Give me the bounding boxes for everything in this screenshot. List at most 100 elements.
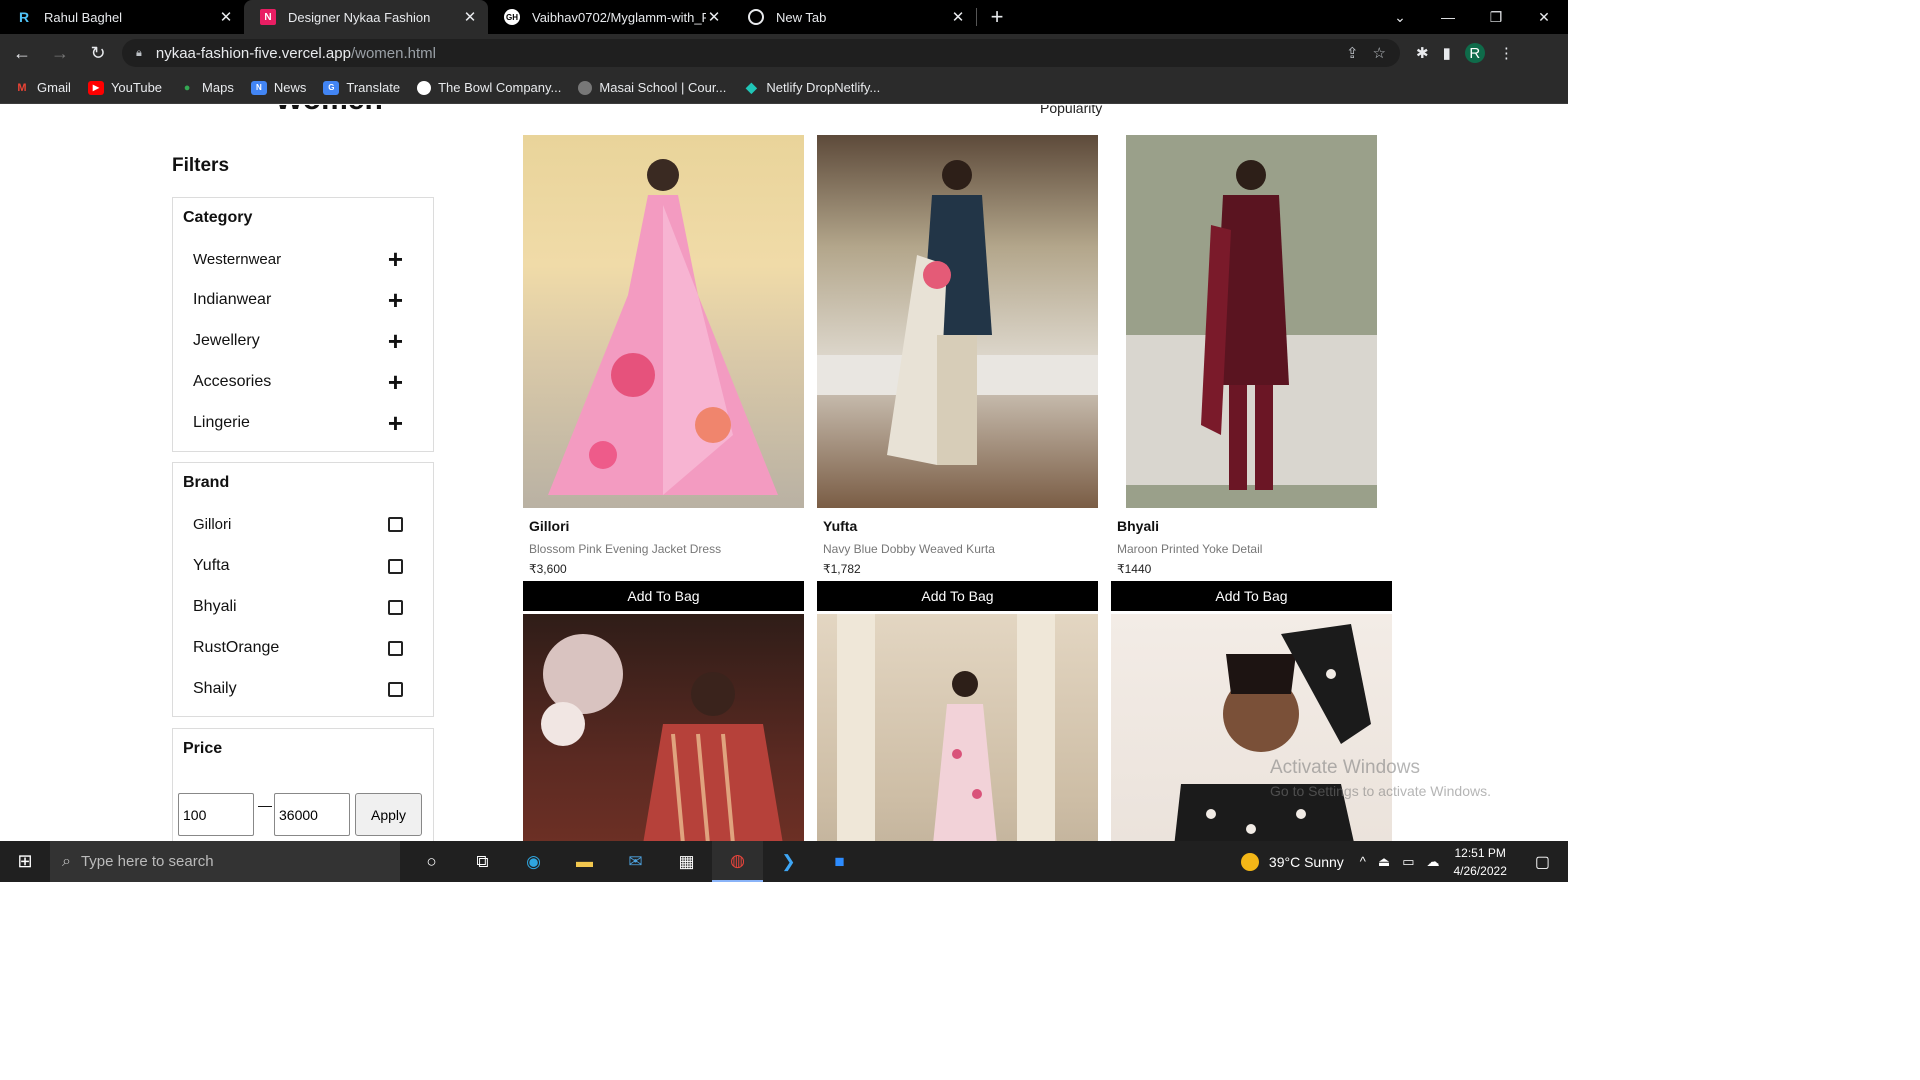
brand-item[interactable]: Shaily (193, 680, 403, 698)
close-icon[interactable]: ✕ (950, 8, 966, 26)
chevron-up-icon[interactable]: ^ (1360, 854, 1366, 869)
chrome-icon[interactable]: ◍ (712, 841, 763, 882)
brand-title: Brand (183, 474, 230, 491)
add-to-bag-button[interactable]: Add To Bag (523, 581, 804, 611)
profile-avatar[interactable]: R (1464, 43, 1485, 63)
category-item[interactable]: Accesories + (193, 369, 403, 395)
product-card[interactable]: Bhyali Maroon Printed Yoke Detail ₹1440 … (1111, 135, 1392, 611)
task-view-icon[interactable]: ⧉ (457, 841, 508, 882)
extensions-puzzle-icon[interactable]: ✱ (1416, 44, 1429, 62)
category-item[interactable]: Indianwear + (193, 287, 403, 313)
product-description: Navy Blue Dobby Weaved Kurta (823, 542, 995, 556)
product-image[interactable] (523, 614, 804, 841)
tab-rahul-baghel[interactable]: R Rahul Baghel ✕ (0, 0, 244, 34)
edge-icon[interactable]: ◉ (508, 841, 559, 882)
brand-item[interactable]: Bhyali (193, 598, 403, 616)
tab-search-icon[interactable]: ⌄ (1376, 9, 1424, 26)
brand-checkbox[interactable] (388, 517, 403, 532)
bookmark-gmail[interactable]: M Gmail (14, 80, 71, 95)
store-icon[interactable]: ▦ (661, 841, 712, 882)
bookmark-translate[interactable]: G Translate (323, 80, 400, 95)
add-to-bag-button[interactable]: Add To Bag (1111, 581, 1392, 611)
expand-plus-icon[interactable]: + (388, 246, 403, 272)
bookmark-label: Gmail (37, 80, 71, 95)
forward-arrow-icon[interactable]: → (44, 37, 76, 69)
product-card[interactable] (523, 614, 804, 841)
restore-icon[interactable]: ❐ (1472, 9, 1520, 26)
github-icon: GH (504, 9, 520, 25)
product-image[interactable] (817, 135, 1098, 508)
file-explorer-icon[interactable]: ▬ (559, 841, 610, 882)
product-brand: Bhyali (1117, 518, 1160, 534)
product-card[interactable] (817, 614, 1098, 841)
system-clock[interactable]: 12:51 PM 4/26/2022 (1453, 844, 1506, 880)
weather-text[interactable]: 39°C Sunny (1269, 854, 1344, 870)
product-image[interactable] (1111, 614, 1392, 841)
tab-designer-nykaa-fashion[interactable]: N Designer Nykaa Fashion ✕ (244, 0, 488, 34)
category-item[interactable]: Lingerie + (193, 410, 403, 436)
battery-icon[interactable]: ▭ (1402, 854, 1414, 870)
reload-icon[interactable]: ↻ (82, 37, 114, 69)
bookmark-masai-school[interactable]: Masai School | Cour... (578, 80, 726, 95)
product-image[interactable] (1111, 135, 1392, 508)
network-icon[interactable]: ☁ (1426, 854, 1439, 870)
close-icon[interactable]: ✕ (462, 8, 478, 26)
close-icon[interactable]: ✕ (218, 8, 234, 26)
brand-checkbox[interactable] (388, 558, 403, 574)
product-card[interactable]: Gillori Blossom Pink Evening Jacket Dres… (523, 135, 804, 611)
share-icon[interactable]: ⇪ (1346, 44, 1359, 62)
window-close-icon[interactable]: ✕ (1520, 9, 1568, 26)
product-card[interactable]: Yufta Navy Blue Dobby Weaved Kurta ₹1,78… (817, 135, 1098, 611)
vscode-icon[interactable]: ❯ (763, 841, 814, 882)
product-image[interactable] (817, 614, 1098, 841)
notification-icon[interactable]: ▢ (1535, 852, 1550, 872)
windows-start-icon[interactable]: ⊞ (0, 841, 50, 882)
brand-item[interactable]: Gillori (193, 516, 403, 533)
taskbar-search[interactable]: ⌕ Type here to search (50, 841, 400, 882)
zoom-icon[interactable]: ■ (814, 841, 865, 882)
bookmark-maps[interactable]: ● Maps (179, 80, 234, 95)
side-panel-icon[interactable]: ▮ (1443, 44, 1451, 62)
address-bar[interactable]: 🔒︎ nykaa-fashion-five.vercel.app/women.h… (122, 39, 1400, 67)
sort-select[interactable]: Popularity (1040, 105, 1102, 116)
tab-github-repo[interactable]: GH Vaibhav0702/Myglamm-with_Fro ✕ (488, 0, 732, 34)
category-item[interactable]: Jewellery + (193, 328, 403, 354)
category-label: Westernwear (193, 250, 282, 268)
brand-item[interactable]: RustOrange (193, 639, 403, 657)
brand-checkbox[interactable] (388, 599, 403, 615)
close-icon[interactable]: ✕ (706, 8, 722, 26)
cortana-icon[interactable]: ○ (406, 841, 457, 882)
product-brand: Gillori (529, 518, 570, 534)
add-to-bag-button[interactable]: Add To Bag (817, 581, 1098, 611)
apply-price-button[interactable]: Apply (355, 793, 422, 836)
bookmark-youtube[interactable]: ▶ YouTube (87, 80, 162, 95)
bookmark-bowl-company[interactable]: The Bowl Company... (417, 80, 561, 95)
expand-plus-icon[interactable]: + (388, 410, 403, 436)
minimize-icon[interactable]: — (1424, 9, 1472, 25)
category-label: Lingerie (193, 414, 250, 431)
bookmarks-bar: M Gmail ▶ YouTube ● Maps N News G Transl… (0, 72, 1568, 104)
product-card[interactable] (1111, 614, 1392, 841)
price-title: Price (183, 740, 223, 757)
bookmark-news[interactable]: N News (250, 80, 306, 95)
price-max-input[interactable] (274, 793, 350, 836)
brand-item[interactable]: Yufta (193, 557, 403, 575)
filters-heading: Filters (172, 155, 230, 176)
mail-icon[interactable]: ✉ (610, 841, 661, 882)
back-arrow-icon[interactable]: ← (6, 37, 38, 69)
new-tab-button[interactable]: + (977, 0, 1017, 34)
brand-checkbox[interactable] (388, 681, 403, 697)
usb-icon[interactable]: ⏏ (1378, 854, 1390, 870)
bookmark-star-icon[interactable]: ☆ (1373, 44, 1386, 62)
bookmark-netlify-drop[interactable]: ◆ Netlify DropNetlify... (743, 79, 880, 95)
product-image[interactable] (523, 135, 804, 508)
brand-checkbox[interactable] (388, 640, 403, 656)
expand-plus-icon[interactable]: + (388, 369, 403, 395)
price-min-input[interactable] (178, 793, 254, 836)
menu-kebab-icon[interactable]: ⋮ (1499, 44, 1514, 62)
watermark-line-1: Activate Windows (1270, 757, 1420, 778)
category-item[interactable]: Westernwear + (193, 246, 403, 272)
expand-plus-icon[interactable]: + (388, 287, 403, 313)
expand-plus-icon[interactable]: + (388, 328, 403, 354)
tab-new-tab[interactable]: New Tab ✕ (732, 0, 976, 34)
